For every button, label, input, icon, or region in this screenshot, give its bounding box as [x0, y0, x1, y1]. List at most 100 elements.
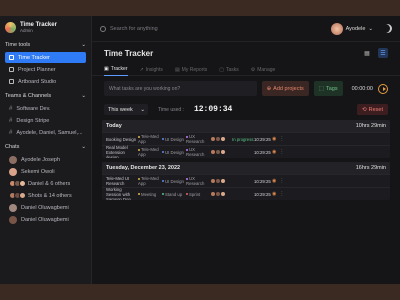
search-bar[interactable]: Search for anything — [100, 25, 325, 32]
time-entry[interactable]: Booking Design Tele-Med App UI Design UX… — [102, 132, 390, 145]
entry-time: 10:29:25 — [254, 191, 271, 197]
search-input[interactable]: Search for anything — [110, 26, 158, 32]
time-used-value: 12:09:34 — [193, 105, 233, 114]
artboard-icon — [9, 79, 14, 84]
sidebar-item-time-tracker[interactable]: Time Tracker — [5, 52, 86, 63]
play-icon[interactable]: ◉ — [272, 178, 276, 184]
week-label: This week — [108, 106, 133, 113]
time-entry[interactable]: Working Session with Samson Don Meeting … — [102, 187, 390, 200]
teams-header[interactable]: Teams & Channels ⌄ — [5, 93, 86, 99]
chat-label: Daniel & 6 others — [28, 180, 71, 187]
chevron-down-icon: ⌄ — [81, 42, 86, 48]
sidebar-item-label: Time Tracker — [18, 54, 50, 61]
tab-label: Manage — [257, 66, 276, 73]
list-view-icon[interactable]: ☰ — [378, 48, 388, 58]
sidebar-item-project-planner[interactable]: Project Planner — [5, 64, 86, 75]
entry-actions: ◉ ⋮ — [272, 149, 284, 155]
tab-reports[interactable]: ▤ My Reports — [175, 64, 207, 76]
play-icon[interactable]: ◉ — [272, 136, 276, 142]
tab-tracker[interactable]: ▣ Tracker — [104, 64, 128, 76]
team-chip: Tele-Med App — [138, 147, 159, 157]
add-projects-button[interactable]: ⊕ Add projects — [261, 81, 309, 96]
assignee-avatars — [210, 136, 232, 142]
tab-tasks[interactable]: ▢ Tasks — [219, 64, 239, 76]
more-icon[interactable]: ⋮ — [279, 136, 284, 142]
task-input[interactable]: What tasks are you working on? — [104, 81, 257, 96]
tab-label: Insights — [145, 66, 163, 73]
avatar — [330, 22, 343, 35]
sidebar-item-artboard-studio[interactable]: Artboard Studio — [5, 76, 86, 87]
sidebar-item-design-stripe[interactable]: # Design Stripe — [5, 115, 86, 126]
time-tools-header[interactable]: Time tools ⌄ — [5, 42, 86, 48]
entry-actions: ◉ ⋮ — [272, 178, 284, 184]
play-icon[interactable]: ◉ — [272, 191, 276, 197]
avatar — [9, 167, 17, 176]
chat-item[interactable]: Daniel & 6 others — [5, 178, 86, 189]
chart-icon: ↗ — [139, 66, 144, 73]
avatar — [9, 215, 17, 224]
more-icon[interactable]: ⋮ — [279, 191, 284, 197]
time-entry[interactable]: Real Model Extension design Tele-Med App… — [102, 145, 390, 158]
avatar — [9, 203, 17, 212]
entry-name: Booking Design — [106, 136, 137, 142]
time-summary: This week ⌄ Time used : 12:09:34 ⟲ Reset — [92, 101, 400, 120]
calendar-icon[interactable]: ▦ — [362, 48, 372, 58]
status-badge: In progress — [232, 136, 254, 142]
topbar: Search for anything Ayodele ⌄ — [92, 16, 400, 42]
chat-item[interactable]: Sekemi Owoli — [5, 166, 86, 177]
teams-label: Teams & Channels — [5, 93, 52, 99]
entry-time: 10:29:25 — [254, 178, 271, 184]
assignee-avatars — [210, 149, 232, 155]
plus-icon: ⊕ — [266, 85, 272, 92]
sidebar-item-label: Artboard Studio — [18, 78, 57, 85]
design-chip: UI Design — [162, 179, 186, 184]
sidebar-item-software-dev[interactable]: # Software Dev. — [5, 103, 86, 114]
timer-display: 00:00:00 — [351, 85, 373, 92]
play-icon[interactable]: ◉ — [272, 149, 276, 155]
chat-item[interactable]: Daniel Oluwagbemi — [5, 202, 86, 213]
team-chip: Tele-Med App — [138, 134, 159, 144]
sidebar-item-group-chat[interactable]: # Ayodele, Daniel, Samuel,... — [5, 127, 86, 138]
play-icon[interactable] — [378, 83, 388, 94]
hash-icon: # — [9, 105, 13, 112]
more-icon[interactable]: ⋮ — [279, 149, 284, 155]
week-select[interactable]: This week ⌄ — [104, 104, 148, 115]
group-date: Today — [106, 123, 122, 129]
time-entry[interactable]: Tele-Med UI Research Tele-Med App UI Des… — [102, 174, 390, 187]
group-total: 10hrs 29min — [355, 123, 386, 129]
moon-icon[interactable] — [383, 24, 392, 33]
chat-label: Daniel Oluwagbemi — [21, 204, 69, 211]
day-group-header: Tuesday, December 23, 2022 16hrs 29min — [102, 162, 390, 174]
chat-label: Sekemi Owoli — [21, 168, 55, 175]
time-tools-label: Time tools — [5, 42, 31, 48]
group-total: 16hrs 29min — [355, 165, 386, 171]
more-icon[interactable]: ⋮ — [279, 178, 284, 184]
search-icon — [100, 25, 106, 32]
planner-icon — [9, 67, 14, 72]
reset-icon: ⟲ — [362, 106, 367, 113]
chats-header[interactable]: Chats ⌄ — [5, 144, 86, 150]
app-name: Time Tracker — [20, 21, 57, 28]
user-menu[interactable]: Ayodele ⌄ — [330, 22, 373, 35]
research-chip: UX Research — [186, 147, 205, 157]
chat-item[interactable]: Ayodele Joseph — [5, 154, 86, 165]
avatar — [9, 155, 17, 164]
chat-item[interactable]: Daniel Oluwagbemi — [5, 214, 86, 225]
entry-actions: ◉ ⋮ — [272, 191, 284, 197]
tab-insights[interactable]: ↗ Insights — [140, 64, 163, 76]
team-chip: Tele-Med App — [138, 176, 159, 186]
day-group: Tuesday, December 23, 2022 16hrs 29min Te… — [102, 162, 390, 200]
chat-item[interactable]: Shots & 14 others — [5, 190, 86, 201]
tab-label: Tracker — [110, 66, 128, 72]
user-role: Admin — [20, 27, 33, 33]
chats-label: Chats — [5, 144, 20, 150]
chevron-down-icon: ⌄ — [368, 25, 373, 32]
tab-manage[interactable]: ⚙ Manage — [251, 64, 276, 76]
tab-label: My Reports — [181, 66, 208, 73]
sidebar-item-label: Software Dev. — [16, 105, 51, 112]
tab-label: Tasks — [225, 66, 239, 73]
brand: Time Tracker Admin — [5, 20, 86, 34]
design-chip: Stand up — [162, 192, 186, 197]
reset-button[interactable]: ⟲ Reset — [357, 104, 388, 115]
tags-button[interactable]: ⬚ Tags — [313, 81, 343, 96]
